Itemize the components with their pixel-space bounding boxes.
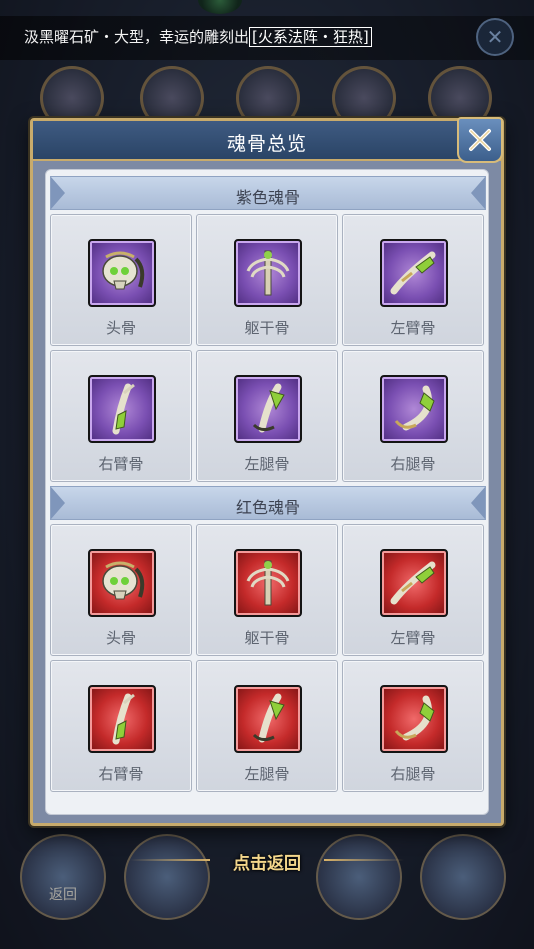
background-bottom-bar: 返回 [0, 820, 534, 949]
bone-cell-red-left-leg[interactable]: 左腿骨 [196, 660, 338, 792]
dialog-title: 魂骨总览 [226, 133, 307, 155]
close-icon [469, 129, 491, 151]
red-bone-grid: 头骨 躯干骨 左臂骨 右臂骨 左腿骨 右腿骨 [50, 524, 484, 792]
close-button[interactable] [457, 117, 503, 163]
bone-icon-frame [380, 239, 448, 307]
bone-cell-purple-left-leg[interactable]: 左腿骨 [196, 350, 338, 482]
bone-icon-frame [380, 375, 448, 443]
bone-cell-red-torso[interactable]: 躯干骨 [196, 524, 338, 656]
announcement-text: 汲黑曜石矿・大型，幸运的雕刻出 [火系法阵・狂热] [24, 26, 372, 47]
torso-bone-icon [246, 560, 290, 606]
section-title: 紫色魂骨 [235, 188, 300, 207]
bone-label: 右腿骨 [390, 455, 436, 473]
left-arm-bone-icon [390, 561, 436, 605]
bone-cell-red-right-arm[interactable]: 右臂骨 [50, 660, 192, 792]
torso-bone-icon [246, 250, 290, 296]
background-return-button: 返回 [20, 834, 106, 920]
bone-cell-purple-torso[interactable]: 躯干骨 [196, 214, 338, 346]
bone-cell-red-left-arm[interactable]: 左臂骨 [342, 524, 484, 656]
bone-label: 躯干骨 [244, 319, 290, 337]
bone-icon-frame [380, 549, 448, 617]
announcement-message: 汲黑曜石矿・大型，幸运的雕刻出 [24, 28, 250, 46]
bone-label: 左臂骨 [390, 319, 436, 337]
right-arm-bone-icon [112, 383, 135, 435]
background-return-label: 返回 [49, 887, 77, 903]
bone-icon-frame [88, 375, 156, 443]
soul-bone-overview-dialog: 魂骨总览 紫色魂骨 头骨 躯干骨 左臂骨 右臂骨 左腿骨 右腿骨 红色魂骨 头骨… [30, 117, 504, 826]
bone-icon-frame [234, 375, 302, 443]
purple-bone-grid: 头骨 躯干骨 左臂骨 右臂骨 左腿骨 右腿骨 [50, 214, 484, 482]
bone-icon-frame [380, 685, 448, 753]
bone-icon-frame [88, 685, 156, 753]
right-leg-bone-icon [394, 385, 435, 431]
section-header-purple: 紫色魂骨 [50, 176, 486, 210]
bone-cell-red-right-leg[interactable]: 右腿骨 [342, 660, 484, 792]
bone-icon-frame [234, 549, 302, 617]
announcement-highlight: [火系法阵・狂热] [249, 27, 372, 47]
section-header-red: 红色魂骨 [50, 486, 486, 520]
bone-label: 左腿骨 [244, 455, 290, 473]
bone-label: 右臂骨 [98, 455, 144, 473]
bone-cell-purple-skull[interactable]: 头骨 [50, 214, 192, 346]
bone-icon-frame [88, 239, 156, 307]
bone-icon-frame [88, 549, 156, 617]
bone-label: 左腿骨 [244, 765, 290, 783]
left-leg-bone-icon [252, 383, 285, 433]
right-arm-bone-icon [112, 693, 135, 745]
skull-icon [102, 251, 145, 290]
section-title: 红色魂骨 [235, 498, 300, 517]
dialog-header: 魂骨总览 [33, 121, 501, 161]
bone-label: 右腿骨 [390, 765, 436, 783]
left-leg-bone-icon [252, 693, 285, 743]
bone-cell-purple-left-arm[interactable]: 左臂骨 [342, 214, 484, 346]
bone-icon-frame [234, 239, 302, 307]
bone-cell-purple-right-leg[interactable]: 右腿骨 [342, 350, 484, 482]
bone-icon-frame [234, 685, 302, 753]
background-menu-button [420, 834, 506, 920]
bone-label: 左臂骨 [390, 629, 436, 647]
bone-cell-red-skull[interactable]: 头骨 [50, 524, 192, 656]
bone-label: 躯干骨 [244, 629, 290, 647]
left-arm-bone-icon [390, 251, 436, 295]
divider-line-right [324, 859, 404, 861]
right-leg-bone-icon [394, 695, 435, 741]
dialog-body: 紫色魂骨 头骨 躯干骨 左臂骨 右臂骨 左腿骨 右腿骨 红色魂骨 头骨 躯干骨 … [45, 169, 489, 815]
tap-to-return-button[interactable]: 点击返回 [130, 843, 404, 877]
bone-cell-purple-right-arm[interactable]: 右臂骨 [50, 350, 192, 482]
background-close-icon: ✕ [476, 18, 514, 56]
bone-label: 右臂骨 [98, 765, 144, 783]
bone-label: 头骨 [105, 629, 136, 647]
skull-icon [102, 561, 145, 600]
background-avatar-row [40, 66, 520, 130]
bone-label: 头骨 [105, 319, 136, 337]
tap-to-return-label: 点击返回 [233, 854, 301, 874]
